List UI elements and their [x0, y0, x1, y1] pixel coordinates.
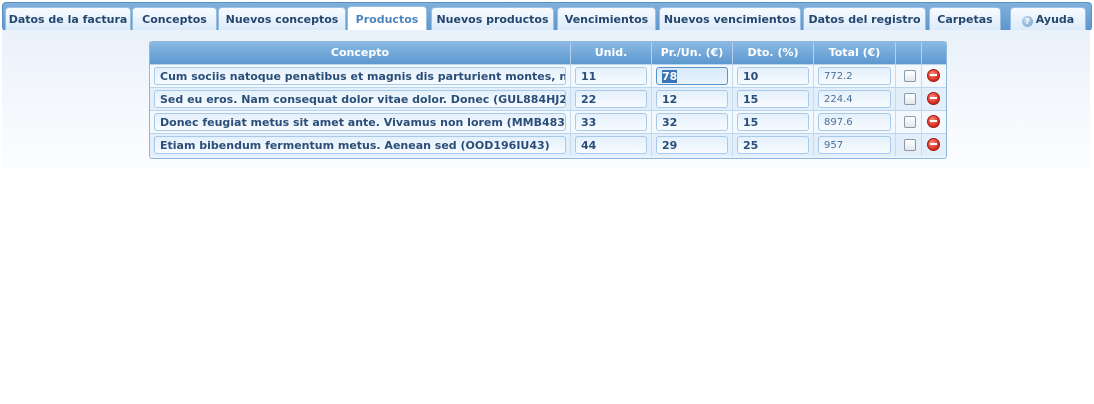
header-dto[interactable]: Dto. (%)	[733, 42, 814, 64]
header-total[interactable]: Total (€)	[814, 42, 896, 64]
row-checkbox[interactable]	[904, 116, 916, 128]
table-row: Etiam bibendum fermentum metus. Aenean s…	[150, 133, 946, 156]
delete-icon[interactable]	[927, 69, 940, 82]
precio-field[interactable]: 29	[656, 136, 728, 154]
table-row: Sed eu eros. Nam consequat dolor vitae d…	[150, 87, 946, 110]
delete-icon[interactable]	[927, 138, 940, 151]
total-field: 772.2	[818, 67, 891, 85]
precio-field[interactable]: 12	[656, 90, 728, 108]
dto-field[interactable]: 15	[737, 113, 809, 131]
tab-vencimientos[interactable]: Vencimientos	[557, 7, 656, 30]
header-concepto[interactable]: Concepto	[150, 42, 571, 64]
tab-nuevos-vencimientos[interactable]: Nuevos vencimientos	[659, 7, 801, 30]
tab-productos[interactable]: Productos	[347, 6, 427, 31]
total-field: 224.4	[818, 90, 891, 108]
tab-nuevos-productos[interactable]: Nuevos productos	[431, 7, 554, 30]
tab-nuevos-conceptos[interactable]: Nuevos conceptos	[218, 7, 346, 30]
delete-icon[interactable]	[927, 115, 940, 128]
concepto-field[interactable]: Sed eu eros. Nam consequat dolor vitae d…	[154, 90, 566, 108]
dto-field[interactable]: 10	[737, 67, 809, 85]
delete-icon[interactable]	[927, 92, 940, 105]
precio-field[interactable]: 78	[656, 67, 728, 85]
unid-field[interactable]: 44	[575, 136, 647, 154]
concepto-field[interactable]: Donec feugiat metus sit amet ante. Vivam…	[154, 113, 566, 131]
concepto-field[interactable]: Cum sociis natoque penatibus et magnis d…	[154, 67, 566, 85]
unid-field[interactable]: 22	[575, 90, 647, 108]
total-field: 897.6	[818, 113, 891, 131]
row-checkbox[interactable]	[904, 70, 916, 82]
precio-selected-text: 78	[662, 70, 678, 83]
unid-field[interactable]: 11	[575, 67, 647, 85]
tab-datos-registro[interactable]: Datos del registro	[803, 7, 926, 30]
row-checkbox[interactable]	[904, 93, 916, 105]
dto-field[interactable]: 15	[737, 90, 809, 108]
precio-field[interactable]: 32	[656, 113, 728, 131]
tab-datos-factura[interactable]: Datos de la factura	[5, 7, 131, 30]
concepto-field[interactable]: Etiam bibendum fermentum metus. Aenean s…	[154, 136, 566, 154]
total-field: 957	[818, 136, 891, 154]
tab-carpetas[interactable]: Carpetas	[929, 7, 1001, 30]
help-icon: ?	[1021, 16, 1033, 27]
row-checkbox[interactable]	[904, 139, 916, 151]
header-unid[interactable]: Unid.	[571, 42, 652, 64]
header-precio[interactable]: Pr./Un. (€)	[652, 42, 733, 64]
tab-conceptos[interactable]: Conceptos	[132, 7, 217, 30]
tab-bar: Datos de la factura Conceptos Nuevos con…	[2, 2, 1092, 31]
help-label: Ayuda	[1035, 13, 1075, 26]
help-tab[interactable]: ? Ayuda	[1010, 7, 1086, 30]
dto-field[interactable]: 25	[737, 136, 809, 154]
productos-grid: Concepto Unid. Pr./Un. (€) Dto. (%) Tota…	[149, 41, 947, 159]
unid-field[interactable]: 33	[575, 113, 647, 131]
table-row: Cum sociis natoque penatibus et magnis d…	[150, 64, 946, 87]
table-row: Donec feugiat metus sit amet ante. Vivam…	[150, 110, 946, 133]
header-select	[896, 42, 922, 64]
header-delete	[922, 42, 946, 64]
